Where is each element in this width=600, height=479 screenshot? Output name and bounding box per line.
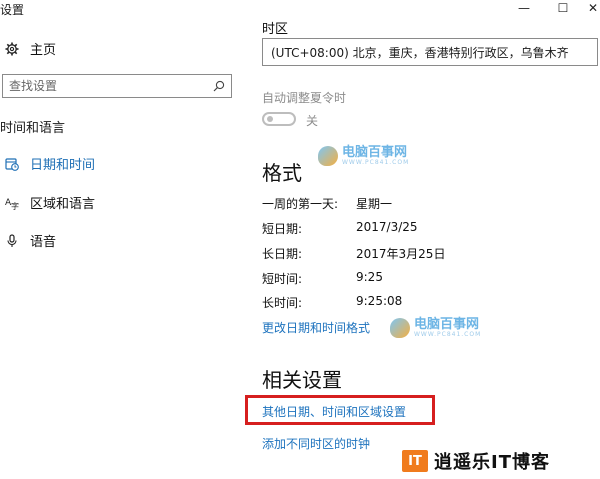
svg-text:字: 字 [11,201,19,210]
gear-icon [4,42,20,56]
site-logo-icon [390,318,410,338]
highlight-box [245,395,435,425]
search-input[interactable] [9,79,213,93]
format-value: 9:25:08 [356,294,403,308]
sidebar-item-region-language[interactable]: A字 区域和语言 [4,193,95,212]
brand-tag: IT [402,450,428,472]
brand-text: 逍遥乐IT博客 [434,452,550,473]
sidebar-item-label: 日期和时间 [30,158,96,173]
format-value: 2017/3/25 [356,220,418,234]
format-key: 长时间: [262,296,303,310]
dst-state: 关 [306,114,319,128]
format-key: 短时间: [262,272,303,286]
sidebar-home-label: 主页 [30,43,57,58]
format-value: 星期一 [356,197,393,211]
add-clocks-link[interactable]: 添加不同时区的时钟 [262,435,370,452]
dst-toggle[interactable] [262,112,296,126]
format-key: 短日期: [262,222,303,236]
sidebar-home[interactable]: 主页 [4,39,56,58]
watermark-url: WWW.PC841.COM [414,331,482,338]
format-heading: 格式 [262,161,302,185]
search-icon[interactable] [213,77,225,96]
timezone-value: (UTC+08:00) 北京，重庆，香港特别行政区，乌鲁木齐 [271,45,569,60]
watermark-text: 电脑百事网 [342,145,408,160]
format-key: 一周的第一天: [262,197,339,211]
sidebar-section-title: 时间和语言 [0,121,66,136]
format-value: 2017年3月25日 [356,247,446,261]
site-logo-icon [318,146,338,166]
sidebar-item-speech[interactable]: 语音 [4,231,56,250]
window-title: 设置 [0,3,25,17]
close-icon: ✕ [587,1,599,15]
maximize-button[interactable]: ☐ [550,0,576,16]
language-icon: A字 [4,196,20,210]
minimize-icon: — [518,1,530,15]
watermark-url: WWW.PC841.COM [342,159,410,166]
timezone-dropdown[interactable]: (UTC+08:00) 北京，重庆，香港特别行政区，乌鲁木齐 [262,38,598,66]
sidebar-item-date-time[interactable]: 日期和时间 [4,154,95,173]
change-format-link[interactable]: 更改日期和时间格式 [262,319,370,336]
format-key: 长日期: [262,247,303,261]
watermark-text: 电脑百事网 [414,317,480,332]
timezone-label: 时区 [262,22,289,37]
clock-calendar-icon [4,157,20,171]
sidebar-item-label: 区域和语言 [30,197,96,212]
related-settings-heading: 相关设置 [262,368,342,392]
dst-label: 自动调整夏令时 [262,91,347,105]
format-value: 9:25 [356,270,383,284]
dst-toggle-knob [267,116,273,122]
watermark: 电脑百事网 WWW.PC841.COM [390,318,481,338]
microphone-icon [4,233,20,248]
minimize-button[interactable]: — [511,0,537,16]
watermark: 电脑百事网 WWW.PC841.COM [318,146,409,166]
close-button[interactable]: ✕ [580,0,600,16]
sidebar-item-label: 语音 [30,235,57,250]
search-box[interactable] [2,74,232,98]
maximize-icon: ☐ [557,1,569,15]
brand-watermark: IT 逍遥乐IT博客 [402,448,550,474]
